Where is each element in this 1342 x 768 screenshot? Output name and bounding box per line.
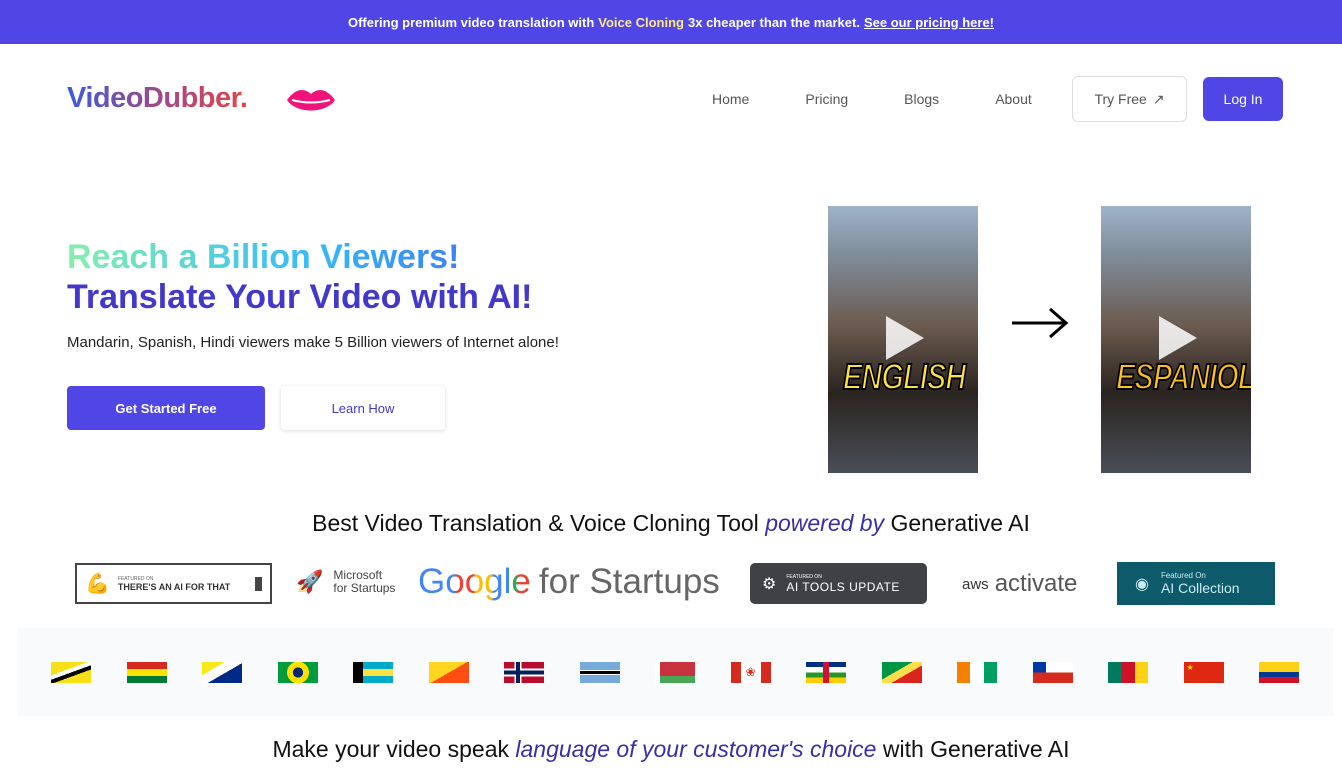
- get-started-button[interactable]: Get Started Free: [67, 386, 265, 430]
- robot-icon: ⚙: [762, 575, 777, 593]
- flag-brazil: [277, 661, 318, 683]
- bookmark-icon: [255, 576, 262, 591]
- flag-congo: [881, 661, 922, 683]
- partner-logos: 💪 FEATURED ON THERE'S AN AI FOR THAT 🚀 Mi…: [0, 560, 1342, 608]
- lips-icon: [287, 90, 335, 111]
- taaft-badge[interactable]: 💪 FEATURED ON THERE'S AN AI FOR THAT: [75, 563, 272, 604]
- try-free-label: Try Free: [1094, 91, 1147, 107]
- flag-norway: [504, 661, 544, 683]
- arrow-right-icon: [1012, 307, 1069, 339]
- ai-tools-update-badge[interactable]: ⚙ FEATURED ON AI TOOLS UPDATE: [750, 563, 927, 604]
- section-heading: Make your video speak language of your c…: [272, 736, 1070, 762]
- navbar: VideoDubber. Home Pricing Blogs About Tr…: [0, 44, 1342, 154]
- hero-headline-2: Translate Your Video with AI!: [67, 278, 533, 316]
- flag-brunei: [51, 661, 91, 683]
- external-link-icon: ↗: [1152, 90, 1165, 107]
- flag-bhutan: [428, 661, 469, 683]
- ai-collection-badge[interactable]: ◉ Featured On AI Collection: [1117, 562, 1275, 605]
- flag-cameroon: [1108, 661, 1148, 683]
- aws-activate-logo[interactable]: aws activate: [962, 564, 1077, 604]
- flag-belarus: [655, 661, 695, 683]
- flag-colombia: [1259, 661, 1299, 683]
- eye-icon: ◉: [1135, 575, 1149, 593]
- flag-canada: ❀: [730, 661, 771, 683]
- flag-bolivia: [126, 661, 167, 683]
- flag-bahamas: [353, 661, 393, 683]
- tagline: Best Video Translation & Voice Cloning T…: [312, 510, 1030, 536]
- hero-headline: Reach a Billion Viewers!: [67, 238, 460, 276]
- nav-about[interactable]: About: [995, 91, 1032, 107]
- flag-central-african-republic: [806, 661, 846, 683]
- logo[interactable]: VideoDubber.: [67, 82, 248, 115]
- video-spanish[interactable]: ESPANIOL: [1101, 206, 1251, 473]
- nav-pricing[interactable]: Pricing: [805, 91, 848, 107]
- banner-text: Offering premium video translation with: [347, 14, 595, 30]
- country-flags: ❀ ★: [17, 628, 1333, 716]
- try-free-button[interactable]: Try Free ↗: [1072, 76, 1187, 122]
- flag-botswana: [579, 661, 620, 683]
- learn-how-button[interactable]: Learn How: [281, 386, 445, 430]
- play-icon[interactable]: [1159, 316, 1197, 360]
- flag-ivory-coast: [957, 661, 997, 683]
- muscle-icon: 💪: [85, 573, 110, 595]
- banner-highlight: Voice Cloning: [598, 14, 684, 30]
- google-startups-logo[interactable]: Google for Startups: [418, 560, 720, 604]
- rocket-icon: 🚀: [296, 569, 324, 594]
- banner-text-post: 3x cheaper than the market.: [688, 14, 860, 30]
- microsoft-startups-logo[interactable]: 🚀 Microsoft for Startups: [296, 560, 395, 604]
- video-english[interactable]: ENGLISH: [828, 206, 978, 473]
- flag-chile: [1032, 661, 1073, 683]
- hero-subtitle: Mandarin, Spanish, Hindi viewers make 5 …: [67, 334, 559, 351]
- nav-home[interactable]: Home: [712, 91, 749, 107]
- flag-bonaire: [202, 661, 242, 683]
- video-caption: ENGLISH: [842, 355, 967, 398]
- flag-china: ★: [1183, 661, 1224, 683]
- promo-banner: Offering premium video translation with …: [0, 0, 1342, 44]
- login-button[interactable]: Log In: [1203, 77, 1283, 121]
- nav-blogs[interactable]: Blogs: [904, 91, 939, 107]
- video-caption: ESPANIOL: [1115, 355, 1251, 398]
- pricing-link[interactable]: See our pricing here!: [864, 15, 994, 30]
- play-icon[interactable]: [886, 316, 924, 360]
